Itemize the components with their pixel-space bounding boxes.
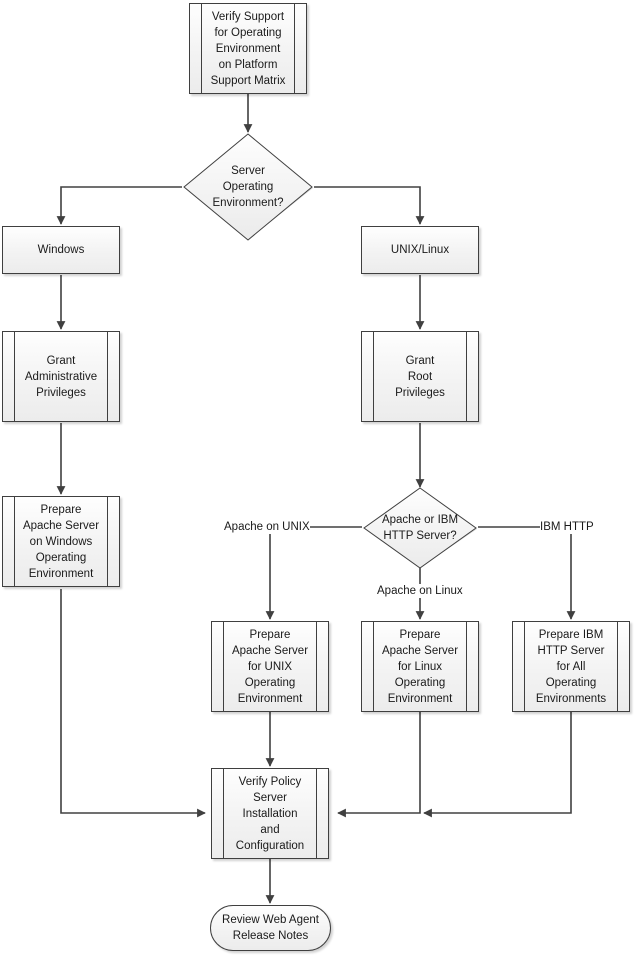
- node-grant-root-privileges[interactable]: Grant Root Privileges: [361, 331, 479, 422]
- edge-prepwin-to-verifypolicy: [60, 589, 206, 818]
- edge-decision-to-prepunix: [265, 526, 362, 620]
- edge-serveros-to-windows: [56, 186, 182, 225]
- node-prepare-apache-windows[interactable]: Prepare Apache Server on Windows Operati…: [2, 496, 120, 587]
- node-prepare-apache-linux[interactable]: Prepare Apache Server for Linux Operatin…: [361, 621, 479, 712]
- node-grant-admin-privileges[interactable]: Grant Administrative Privileges: [2, 331, 120, 422]
- node-prepare-ibm-http[interactable]: Prepare IBM HTTP Server for All Operatin…: [512, 621, 630, 712]
- node-review-release-notes-label: Review Web Agent Release Notes: [222, 914, 319, 942]
- edge-serveros-to-unixlinux: [314, 186, 425, 225]
- edge-decision-to-prepibm: [478, 526, 576, 620]
- edge-label-ibm-http: IBM HTTP: [540, 520, 594, 534]
- node-verify-support[interactable]: Verify Support for Operating Environment…: [189, 3, 307, 94]
- node-prepare-apache-unix[interactable]: Prepare Apache Server for UNIX Operating…: [211, 621, 329, 712]
- node-unix-linux-label: UNIX/Linux: [390, 244, 450, 256]
- node-grant-admin-privileges-label: Grant Administrative Privileges: [24, 354, 98, 399]
- edge-label-apache-on-linux: Apache on Linux: [377, 584, 463, 598]
- node-prepare-apache-linux-label: Prepare Apache Server for Linux Operatin…: [381, 628, 459, 705]
- node-review-release-notes[interactable]: Review Web Agent Release Notes: [210, 905, 331, 951]
- node-verify-policy-server-label: Verify Policy Server Installation and Co…: [235, 775, 305, 852]
- node-verify-policy-server[interactable]: Verify Policy Server Installation and Co…: [211, 768, 329, 859]
- node-prepare-ibm-http-label: Prepare IBM HTTP Server for All Operatin…: [535, 628, 607, 705]
- node-apache-or-ibm-decision[interactable]: Apache or IBM HTTP Server?: [362, 487, 478, 569]
- node-prepare-apache-windows-label: Prepare Apache Server on Windows Operati…: [22, 503, 100, 580]
- edge-prepibm-to-verifypolicy: [423, 711, 572, 818]
- node-windows[interactable]: Windows: [2, 226, 120, 274]
- flowchart-canvas: Verify Support for Operating Environment…: [0, 0, 634, 956]
- node-grant-root-privileges-label: Grant Root Privileges: [395, 354, 445, 399]
- edge-label-apache-on-unix: Apache on UNIX: [224, 520, 310, 534]
- node-prepare-apache-unix-label: Prepare Apache Server for UNIX Operating…: [231, 628, 309, 705]
- node-unix-linux[interactable]: UNIX/Linux: [361, 226, 479, 274]
- node-server-os-decision-label: Server Operating Environment?: [212, 165, 284, 209]
- edge-preplinux-to-verifypolicy: [337, 711, 421, 818]
- node-apache-or-ibm-decision-label: Apache or IBM HTTP Server?: [381, 514, 459, 542]
- node-verify-support-label: Verify Support for Operating Environment…: [210, 10, 286, 87]
- node-server-os-decision[interactable]: Server Operating Environment?: [182, 132, 314, 242]
- node-windows-label: Windows: [37, 244, 85, 256]
